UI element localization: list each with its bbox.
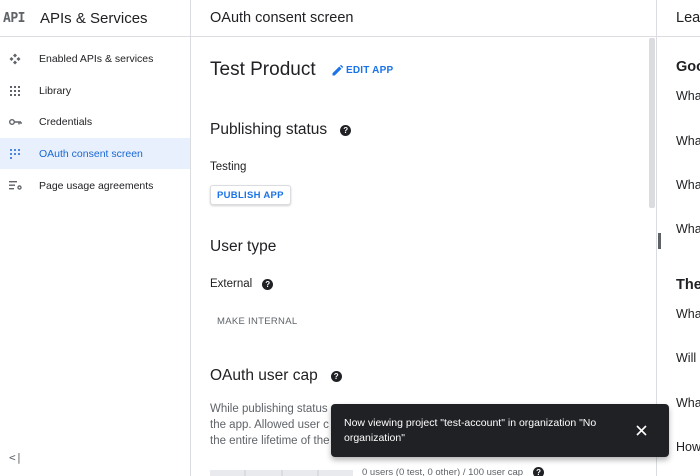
page-header: OAuth consent screen — [191, 0, 656, 37]
api-diamond-icon — [8, 52, 22, 66]
user-type-heading: User type — [210, 238, 277, 255]
sidebar: API APIs & Services Enabled APIs & servi… — [0, 0, 191, 476]
learn-question[interactable]: Wha — [676, 222, 700, 236]
sidebar-item-label: Page usage agreements — [39, 179, 154, 192]
snackbar: Now viewing project "test-account" in or… — [331, 404, 669, 457]
publish-app-button[interactable]: PUBLISH APP — [210, 185, 291, 205]
help-icon[interactable]: ? — [533, 467, 545, 476]
learn-question[interactable]: Wha — [676, 178, 700, 192]
learn-question[interactable]: Wha — [676, 89, 700, 103]
sidebar-title: APIs & Services — [40, 9, 148, 27]
edit-app-label: EDIT APP — [346, 65, 394, 76]
user-cap-heading: OAuth user cap ? — [210, 367, 342, 385]
learn-section-heading: The — [676, 277, 700, 293]
user-cap-count-text: 0 users (0 test, 0 other) / 100 user cap — [362, 467, 524, 476]
learn-section-heading: Goo — [676, 59, 700, 75]
sidebar-item-label: OAuth consent screen — [39, 147, 143, 160]
sidebar-item-label: Credentials — [39, 115, 93, 128]
help-icon[interactable]: ? — [330, 370, 342, 382]
scrollbar[interactable] — [649, 38, 655, 208]
learn-question[interactable]: Wha — [676, 396, 700, 410]
sidebar-item-library[interactable]: Library — [0, 75, 190, 106]
user-type-value: External ? — [210, 278, 274, 290]
publishing-status-value: Testing — [210, 161, 247, 173]
help-icon[interactable]: ? — [262, 278, 274, 290]
app-name: Test Product — [210, 59, 316, 80]
make-internal-button[interactable]: MAKE INTERNAL — [217, 316, 297, 327]
sidebar-item-label: Library — [39, 84, 72, 97]
user-type-label: External — [210, 278, 253, 290]
user-cap-count: 0 users (0 test, 0 other) / 100 user cap… — [362, 467, 545, 476]
snackbar-message: Now viewing project "test-account" in or… — [344, 416, 597, 444]
sidebar-item-page-usage[interactable]: Page usage agreements — [0, 170, 190, 201]
collapse-left-icon[interactable]: <| — [9, 451, 22, 464]
close-icon[interactable] — [634, 424, 648, 438]
key-icon — [8, 115, 22, 129]
user-cap-title: OAuth user cap — [210, 367, 318, 384]
sidebar-item-label: Enabled APIs & services — [39, 52, 154, 65]
learn-question[interactable]: How — [676, 440, 700, 454]
panel-resize-handle[interactable] — [658, 233, 661, 249]
publishing-status-title: Publishing status — [210, 121, 328, 138]
help-icon[interactable]: ? — [340, 124, 352, 136]
learn-question[interactable]: Will — [676, 351, 696, 365]
learn-question[interactable]: Wha — [676, 307, 700, 321]
publishing-status-heading: Publishing status ? — [210, 121, 352, 139]
user-cap-progress — [210, 470, 353, 476]
learn-header: Lea — [657, 0, 700, 37]
sidebar-header: API APIs & Services — [0, 0, 190, 37]
api-logo: API — [3, 10, 25, 26]
sidebar-item-enabled-apis[interactable]: Enabled APIs & services — [0, 43, 190, 74]
consent-dots-icon — [8, 147, 22, 161]
learn-question[interactable]: Wha — [676, 134, 700, 148]
library-grid-icon — [8, 84, 22, 98]
pencil-icon — [332, 65, 343, 76]
sidebar-item-credentials[interactable]: Credentials — [0, 106, 190, 137]
sidebar-item-oauth-consent[interactable]: OAuth consent screen — [0, 138, 190, 169]
edit-app-button[interactable]: EDIT APP — [332, 65, 393, 76]
settings-list-icon — [8, 179, 22, 193]
